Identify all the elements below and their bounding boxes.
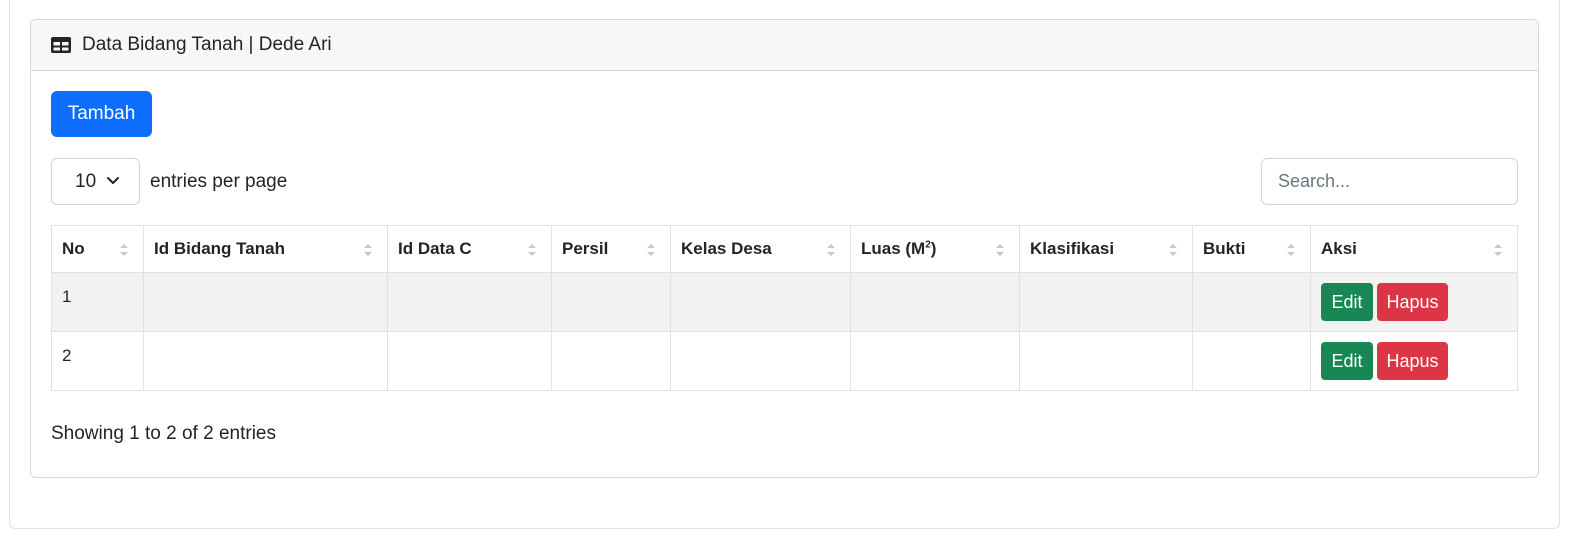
column-header-klasifikasi[interactable]: Klasifikasi xyxy=(1019,225,1193,273)
cell-bukti xyxy=(1192,272,1311,332)
cell-persil xyxy=(551,331,671,391)
cell-klasifikasi xyxy=(1019,272,1193,332)
cell-no: 1 xyxy=(51,272,144,332)
column-label-suffix: ) xyxy=(930,239,937,258)
header-row: No Id Bidang Tanah Id Data C Persil Kela… xyxy=(51,225,1518,273)
sort-icon xyxy=(996,244,1004,256)
data-card: Data Bidang Tanah | Dede Ari Tambah 10 e… xyxy=(30,19,1539,478)
edit-button[interactable]: Edit xyxy=(1321,283,1373,321)
per-page-value: 10 xyxy=(75,170,97,192)
cell-id-bidang-tanah xyxy=(143,272,388,332)
column-label: Kelas Desa xyxy=(681,239,772,258)
card-header: Data Bidang Tanah | Dede Ari xyxy=(31,20,1538,71)
cell-aksi: Edit Hapus xyxy=(1310,331,1518,391)
sort-icon xyxy=(647,244,655,256)
data-table: No Id Bidang Tanah Id Data C Persil Kela… xyxy=(51,225,1518,391)
column-label: Bukti xyxy=(1203,239,1246,258)
cell-luas xyxy=(850,272,1020,332)
cell-id-bidang-tanah xyxy=(143,331,388,391)
cell-klasifikasi xyxy=(1019,331,1193,391)
column-label: Id Bidang Tanah xyxy=(154,239,285,258)
sort-icon xyxy=(120,244,128,256)
column-label: Klasifikasi xyxy=(1030,239,1115,258)
column-label: Id Data C xyxy=(398,239,472,258)
cell-aksi: Edit Hapus xyxy=(1310,272,1518,332)
column-header-luas[interactable]: Luas (M2) xyxy=(850,225,1020,273)
column-header-id-bidang-tanah[interactable]: Id Bidang Tanah xyxy=(143,225,388,273)
column-label: Aksi xyxy=(1321,239,1357,258)
sort-icon xyxy=(827,244,835,256)
column-header-kelas-desa[interactable]: Kelas Desa xyxy=(670,225,851,273)
add-button[interactable]: Tambah xyxy=(51,91,152,137)
cell-id-data-c xyxy=(387,272,552,332)
cell-id-data-c xyxy=(387,331,552,391)
entries-per-page-select[interactable]: 10 xyxy=(51,158,140,205)
chevron-down-icon xyxy=(107,177,119,184)
delete-button[interactable]: Hapus xyxy=(1377,283,1448,321)
card-title: Data Bidang Tanah | Dede Ari xyxy=(82,34,332,55)
sort-icon xyxy=(1494,244,1502,256)
table-info: Showing 1 to 2 of 2 entries xyxy=(51,423,276,444)
cell-persil xyxy=(551,272,671,332)
column-header-persil[interactable]: Persil xyxy=(551,225,671,273)
cell-no: 2 xyxy=(51,331,144,391)
sort-icon xyxy=(1169,244,1177,256)
column-header-bukti[interactable]: Bukti xyxy=(1192,225,1311,273)
per-page-label: entries per page xyxy=(150,171,288,192)
table-icon xyxy=(51,37,71,53)
column-header-aksi[interactable]: Aksi xyxy=(1310,225,1518,273)
column-label: No xyxy=(62,239,85,258)
sort-icon xyxy=(528,244,536,256)
cell-bukti xyxy=(1192,331,1311,391)
sort-icon xyxy=(364,244,372,256)
column-label: Luas (M xyxy=(861,239,926,258)
column-header-no[interactable]: No xyxy=(51,225,144,273)
cell-kelas-desa xyxy=(670,331,851,391)
column-label: Persil xyxy=(562,239,609,258)
column-header-id-data-c[interactable]: Id Data C xyxy=(387,225,552,273)
delete-button[interactable]: Hapus xyxy=(1377,342,1448,380)
table-row: 1 Edit Hapus xyxy=(51,272,1518,332)
card-body: Tambah 10 entries per page No Id Bidang … xyxy=(31,71,1538,477)
edit-button[interactable]: Edit xyxy=(1321,342,1373,380)
cell-luas xyxy=(850,331,1020,391)
cell-kelas-desa xyxy=(670,272,851,332)
table-row: 2 Edit Hapus xyxy=(51,331,1518,391)
search-input[interactable] xyxy=(1261,158,1518,205)
sort-icon xyxy=(1287,244,1295,256)
